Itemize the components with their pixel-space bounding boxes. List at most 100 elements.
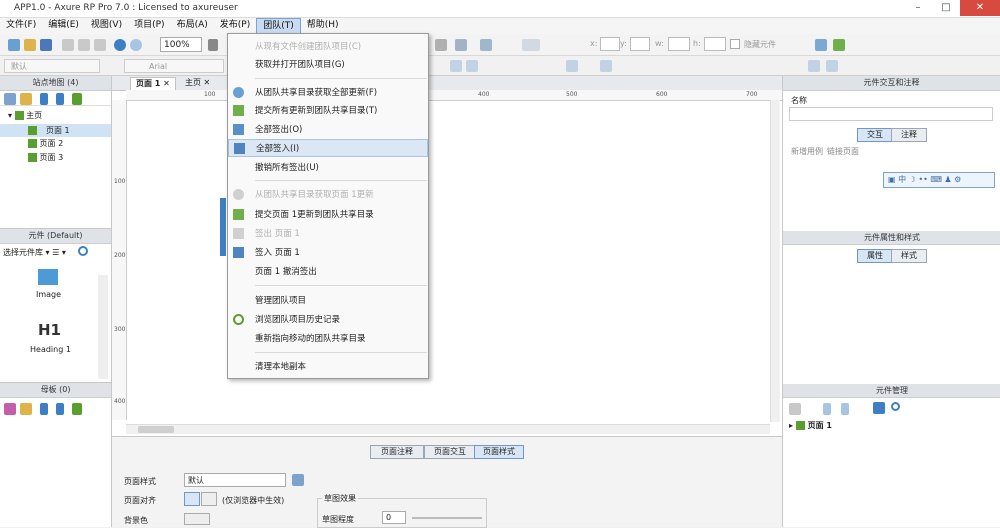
menu-item-repoint-directory[interactable]: 重新指向移动的团队共享目录: [228, 330, 428, 348]
tab-properties[interactable]: 属性: [857, 249, 893, 263]
preview-icon[interactable]: [815, 39, 827, 51]
page-style-select[interactable]: 默认: [184, 473, 286, 487]
search-icon[interactable]: [78, 246, 88, 256]
menu-help[interactable]: 帮助(H): [301, 18, 345, 34]
name-input[interactable]: [789, 107, 993, 121]
menu-item-create-team-project[interactable]: 从现有文件创建团队项目(C): [228, 38, 428, 56]
distribute-icon[interactable]: [600, 60, 612, 72]
edit-style-icon[interactable]: [292, 474, 304, 486]
save-icon[interactable]: [40, 39, 52, 51]
pointer-icon[interactable]: [208, 39, 218, 51]
line-weight-icon[interactable]: [522, 39, 540, 51]
w-input[interactable]: [668, 37, 690, 51]
style-select[interactable]: 默认: [4, 59, 100, 73]
menu-project[interactable]: 项目(P): [128, 18, 170, 34]
menu-team[interactable]: 团队(T): [256, 18, 301, 34]
sitemap-item-page3[interactable]: 页面 3: [28, 152, 63, 163]
border-color-icon[interactable]: [455, 39, 467, 51]
menu-edit[interactable]: 编辑(E): [42, 18, 85, 34]
align-left-button[interactable]: [184, 492, 200, 506]
lock-icon[interactable]: [808, 60, 820, 72]
menu-file[interactable]: 文件(F): [0, 18, 42, 34]
canvas-vscrollbar[interactable]: [770, 100, 780, 422]
maximize-button[interactable]: □: [932, 0, 960, 16]
menu-item-get-page1-updates[interactable]: 从团队共享目录获取页面 1更新: [228, 186, 428, 204]
filter-icon[interactable]: [873, 402, 885, 414]
sketch-level-slider[interactable]: [412, 517, 482, 519]
cut-icon[interactable]: [62, 39, 74, 51]
scroll-thumb[interactable]: [138, 426, 174, 433]
menu-item-undo-all-checkouts[interactable]: 撤销所有签出(U): [228, 159, 428, 177]
tab-notes[interactable]: 注释: [891, 128, 927, 142]
manager-add-icon[interactable]: [789, 403, 801, 415]
bg-color-picker[interactable]: [184, 513, 210, 525]
open-folder-icon[interactable]: [24, 39, 36, 51]
close-button[interactable]: ✕: [960, 0, 1000, 16]
sitemap-item-home[interactable]: ▾ 主页: [8, 110, 42, 121]
menu-arrange[interactable]: 布局(A): [171, 18, 214, 34]
align-left-icon[interactable]: [450, 60, 462, 72]
master-move-up-icon[interactable]: [40, 403, 48, 415]
library-select[interactable]: 选择元件库 ▾ ☰ ▾: [3, 247, 66, 258]
new-case-link[interactable]: 新增用例: [791, 146, 823, 157]
border-style-icon[interactable]: [480, 39, 492, 51]
canvas-hscrollbar[interactable]: [126, 424, 770, 434]
align-top-icon[interactable]: [566, 60, 578, 72]
manager-search-icon[interactable]: [891, 402, 900, 411]
tab-page-interactions[interactable]: 页面交互: [424, 445, 476, 459]
menu-item-checkout-all[interactable]: 全部签出(O): [228, 121, 428, 139]
tab-interaction[interactable]: 交互: [857, 128, 893, 142]
image-widget-icon[interactable]: [38, 269, 58, 285]
sketch-level-input[interactable]: 0: [382, 511, 406, 524]
manager-item-page1[interactable]: ▸ 页面 1: [789, 420, 832, 431]
fill-color-icon[interactable]: [435, 39, 447, 51]
add-master-icon[interactable]: [4, 403, 16, 415]
add-page-icon[interactable]: [4, 93, 16, 105]
hidden-checkbox[interactable]: [730, 39, 740, 49]
y-input[interactable]: [630, 37, 650, 51]
h-input[interactable]: [704, 37, 726, 51]
widgets-scrollbar[interactable]: [98, 275, 108, 379]
master-indent-icon[interactable]: [72, 403, 82, 415]
menu-item-browse-history[interactable]: 浏览团队项目历史记录: [228, 311, 428, 329]
menu-item-undo-checkout-page1[interactable]: 页面 1 撤消签出: [228, 263, 428, 281]
menu-item-manage-team-project[interactable]: 管理团队项目: [228, 292, 428, 310]
menu-item-checkout-page1[interactable]: 签出 页面 1: [228, 225, 428, 243]
sitemap-item-page2[interactable]: 页面 2: [28, 138, 63, 149]
indent-icon[interactable]: [72, 93, 82, 105]
x-input[interactable]: [600, 37, 620, 51]
copy-icon[interactable]: [78, 39, 90, 51]
tab-page1[interactable]: 页面 1 ✕: [130, 77, 176, 90]
menu-item-checkin-all[interactable]: 全部签入(I): [228, 139, 428, 157]
tab-home[interactable]: 主页 ✕: [180, 77, 215, 89]
group-icon[interactable]: [826, 60, 838, 72]
paste-icon[interactable]: [94, 39, 106, 51]
publish-icon[interactable]: [833, 39, 845, 51]
menu-publish[interactable]: 发布(P): [214, 18, 256, 34]
manager-up-icon[interactable]: [823, 403, 831, 415]
font-family-select[interactable]: Arial: [124, 59, 224, 73]
zoom-select[interactable]: 100%: [160, 37, 202, 52]
move-up-icon[interactable]: [40, 93, 48, 105]
link-page-link[interactable]: 链接页面: [827, 146, 859, 157]
tab-page-style[interactable]: 页面样式: [474, 445, 524, 459]
redo-icon[interactable]: [130, 39, 142, 51]
manager-down-icon[interactable]: [841, 403, 849, 415]
master-move-down-icon[interactable]: [56, 403, 64, 415]
move-down-icon[interactable]: [56, 93, 64, 105]
align-center-icon[interactable]: [466, 60, 478, 72]
tab-style[interactable]: 样式: [891, 249, 927, 263]
minimize-button[interactable]: –: [904, 0, 932, 16]
menu-item-checkin-page1[interactable]: 签入 页面 1: [228, 244, 428, 262]
menu-item-get-open-team-project[interactable]: 获取并打开团队项目(G): [228, 56, 428, 74]
menu-item-commit-page1[interactable]: 提交页面 1更新到团队共享目录: [228, 206, 428, 224]
menu-item-get-all-updates[interactable]: 从团队共享目录获取全部更新(F): [228, 84, 428, 102]
heading1-widget-icon[interactable]: H1: [38, 321, 61, 339]
menu-view[interactable]: 视图(V): [85, 18, 128, 34]
align-center-button[interactable]: [201, 492, 217, 506]
undo-icon[interactable]: [114, 39, 126, 51]
sitemap-item-page1[interactable]: 页面 1: [0, 124, 111, 137]
new-file-icon[interactable]: [8, 39, 20, 51]
menu-item-clean-local-copy[interactable]: 清理本地副本: [228, 358, 428, 376]
menu-item-commit-all[interactable]: 提交所有更新到团队共享目录(T): [228, 102, 428, 120]
